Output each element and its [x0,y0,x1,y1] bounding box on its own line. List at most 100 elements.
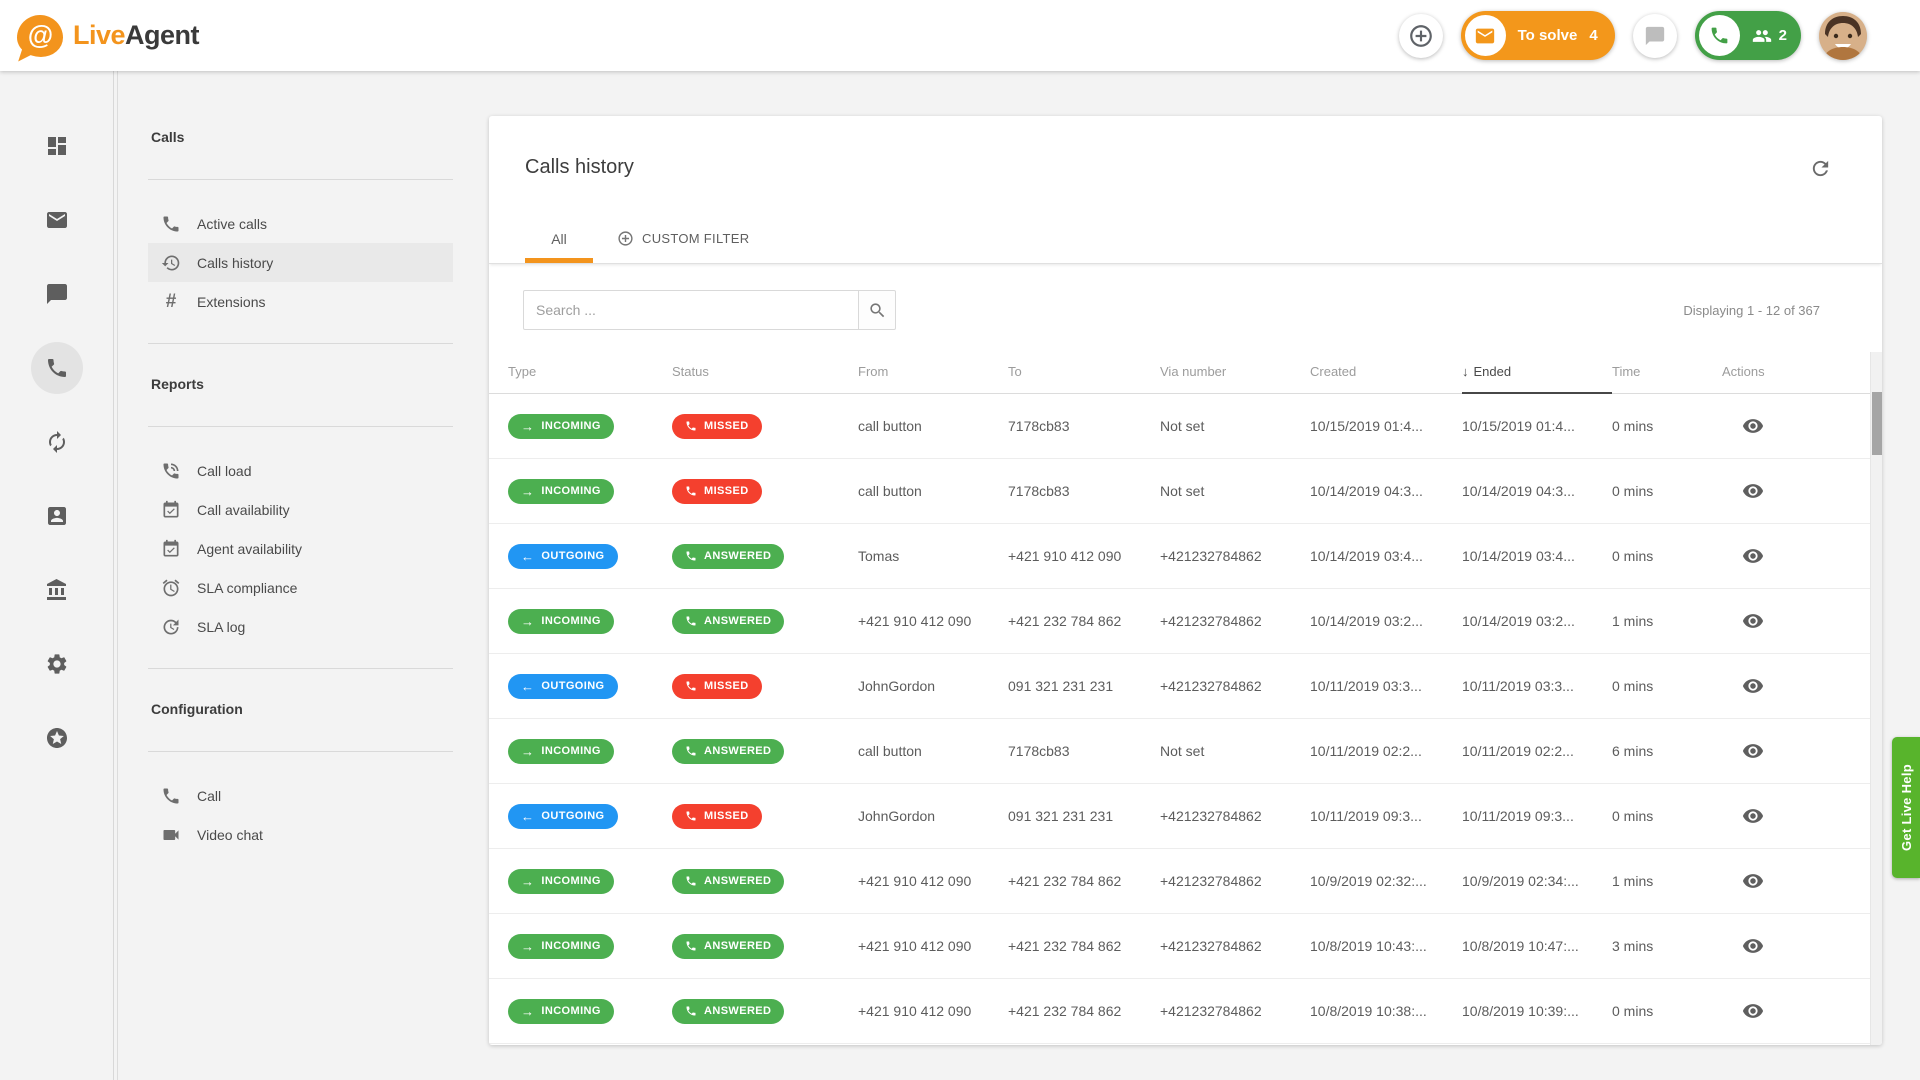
cell-from: JohnGordon [858,654,1008,718]
cell-created: 10/11/2019 02:2... [1310,719,1462,783]
nav-item-agent-availability[interactable]: Agent availability [148,529,453,568]
view-call-button[interactable] [1742,805,1764,827]
cell-status: MISSED [672,784,858,848]
cell-time: 0 mins [1612,459,1722,523]
table-row[interactable]: ←OUTGOINGMISSEDJohnGordon091 321 231 231… [489,784,1882,849]
type-badge: ←OUTGOING [508,544,618,569]
eye-icon [1742,415,1764,437]
view-call-button[interactable] [1742,545,1764,567]
table-row[interactable]: →INCOMINGANSWERED+421 910 412 090+421 23… [489,849,1882,914]
arrow-right-icon: → [521,485,534,498]
nav-item-video-chat[interactable]: Video chat [148,815,453,854]
cell-actions [1722,719,1866,783]
nav-item-call-availability[interactable]: Call availability [148,490,453,529]
table-row[interactable]: ←OUTGOINGANSWEREDTomas+421 910 412 090+4… [489,524,1882,589]
column-header-via-number[interactable]: Via number [1160,350,1310,393]
column-header-ended[interactable]: ↓Ended [1462,350,1612,394]
rail-item-settings[interactable] [20,627,94,701]
cell-ended: 10/8/2019 10:47:... [1462,914,1612,978]
user-avatar[interactable] [1819,12,1867,60]
view-call-button[interactable] [1742,740,1764,762]
view-call-button[interactable] [1742,870,1764,892]
nav-item-label: Extensions [197,294,265,310]
cell-status: ANSWERED [672,979,858,1043]
rail-item-loop[interactable] [20,405,94,479]
column-header-to[interactable]: To [1008,350,1160,393]
table-row[interactable]: →INCOMINGMISSEDcall button7178cb83Not se… [489,394,1882,459]
add-button[interactable] [1399,14,1443,58]
divider [148,668,453,669]
nav-section-title: Configuration [151,699,455,719]
nav-item-sla-log[interactable]: SLA log [148,607,453,646]
search-button[interactable] [859,290,896,330]
rail-item-dashboard[interactable] [20,109,94,183]
rail-item-contacts[interactable] [20,479,94,553]
view-call-button[interactable] [1742,415,1764,437]
rail-item-starred[interactable] [20,701,94,775]
rail-item-chats[interactable] [20,257,94,331]
calendar-check-icon [159,500,183,520]
table-row[interactable]: →INCOMINGANSWEREDcall button7178cb83Not … [489,719,1882,784]
view-call-button[interactable] [1742,480,1764,502]
cell-from: +421 910 412 090 [858,979,1008,1043]
nav-item-call[interactable]: Call [148,776,453,815]
arrow-right-icon: → [521,875,534,888]
type-badge: →INCOMING [508,414,614,439]
liveagent-logo[interactable]: @ LiveAgent [17,15,199,57]
agents-online-button[interactable]: 2 [1695,11,1801,60]
view-call-button[interactable] [1742,935,1764,957]
rail-item-bank[interactable] [20,553,94,627]
table-row[interactable]: →INCOMINGANSWERED+421 910 412 090+421 23… [489,914,1882,979]
column-header-time[interactable]: Time [1612,350,1722,393]
column-header-status[interactable]: Status [672,350,858,393]
column-header-type[interactable]: Type [508,350,672,393]
table-row[interactable]: →INCOMINGMISSEDcall button7178cb83Not se… [489,459,1882,524]
plus-circle-icon [617,230,634,247]
cell-via-number: +421232784862 [1160,849,1310,913]
cell-time: 0 mins [1612,654,1722,718]
to-solve-label: To solve [1518,27,1578,44]
cell-ended: 10/11/2019 09:3... [1462,784,1612,848]
view-call-button[interactable] [1742,675,1764,697]
cell-via-number: +421232784862 [1160,784,1310,848]
table-row[interactable]: →INCOMINGANSWERED+421 910 412 090+421 23… [489,979,1882,1044]
refresh-button[interactable] [1802,150,1838,186]
cell-type: →INCOMING [508,459,672,523]
table-scrollbar[interactable] [1870,352,1882,1045]
cell-to: 7178cb83 [1008,719,1160,783]
cell-type: →INCOMING [508,914,672,978]
cell-actions [1722,849,1866,913]
column-header-created[interactable]: Created [1310,350,1462,393]
nav-item-sla-compliance[interactable]: SLA compliance [148,568,453,607]
nav-item-active-calls[interactable]: Active calls [148,204,453,243]
table-row[interactable]: ←OUTGOINGMISSEDJohnGordon091 321 231 231… [489,654,1882,719]
view-call-button[interactable] [1742,610,1764,632]
pagination-status: Displaying 1 - 12 of 367 [1683,303,1820,318]
get-live-help-tab[interactable]: Get Live Help [1892,737,1920,878]
rail-item-calls[interactable] [20,331,94,405]
scrollbar-thumb[interactable] [1872,392,1882,455]
view-call-button[interactable] [1742,1000,1764,1022]
rail-item-tickets[interactable] [20,183,94,257]
column-header-from[interactable]: From [858,350,1008,393]
chats-button[interactable] [1633,14,1677,58]
nav-section-title: Reports [151,374,455,394]
tab-custom-filter[interactable]: CUSTOM FILTER [617,230,749,263]
cell-to: +421 232 784 862 [1008,979,1160,1043]
nav-item-call-load[interactable]: Call load [148,451,453,490]
to-solve-button[interactable]: To solve 4 [1461,11,1615,60]
tab-all[interactable]: All [525,231,593,263]
table-row[interactable]: →INCOMINGANSWERED+421 910 412 090+421 23… [489,589,1882,654]
page-title: Calls history [525,156,634,179]
phone-in-talk-icon [159,461,183,481]
cell-type: →INCOMING [508,719,672,783]
cell-via-number: Not set [1160,459,1310,523]
cell-created: 10/14/2019 03:4... [1310,524,1462,588]
cell-status: ANSWERED [672,719,858,783]
cell-from: call button [858,719,1008,783]
column-header-actions[interactable]: Actions [1722,350,1866,393]
tab-all-label: All [551,231,567,247]
search-input[interactable] [523,290,859,330]
nav-item-calls-history[interactable]: Calls history [148,243,453,282]
nav-item-extensions[interactable]: #Extensions [148,282,453,321]
